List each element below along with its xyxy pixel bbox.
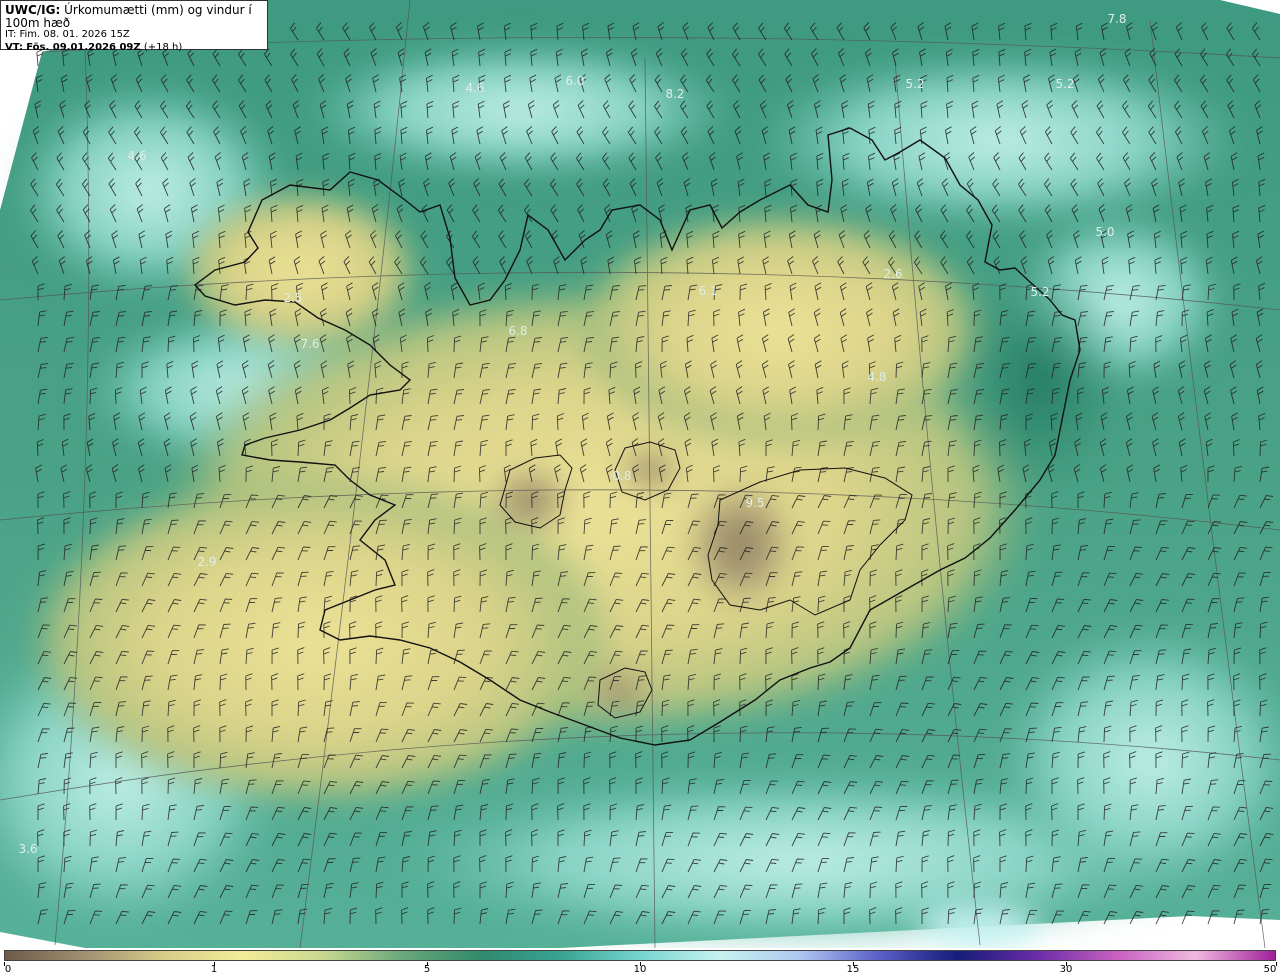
- map-value-label: 6.8: [508, 324, 527, 338]
- colorbar-label: 30: [1059, 964, 1073, 975]
- map-value-label: 5.0: [1095, 225, 1114, 239]
- map-value-label: 4.6: [465, 81, 484, 95]
- valid-time: Fös. 09.01.2026 09Z: [26, 41, 141, 53]
- lead-time: (+18 h): [143, 41, 183, 53]
- colorbar-label: 15: [846, 964, 860, 975]
- colorbar-label: 5: [423, 964, 431, 975]
- map-value-label: 2.6: [883, 267, 902, 281]
- valid-prefix: VT:: [5, 41, 24, 53]
- map-value-label: 4.8: [867, 370, 886, 384]
- map-value-label: 0.8: [612, 469, 631, 483]
- map-value-label: 7.8: [1107, 12, 1126, 26]
- colorbar-label: 10: [633, 964, 647, 975]
- colorbar: 0 1 5 10 15 30 50: [0, 948, 1280, 978]
- colorbar-label: 50: [1263, 964, 1277, 975]
- colorbar-label: 0: [4, 964, 12, 975]
- forecast-map[interactable]: 4.6 4.6 6.0 8.2 5.2 5.2 7.8 5.0 2.6 6.1 5.2 4.8 2.5 7…: [0, 0, 1280, 948]
- map-value-label: 8.2: [665, 87, 684, 101]
- map-value-label: 2.5: [283, 291, 302, 305]
- colorbar-strip: [4, 950, 1276, 961]
- map-value-label: 4.6: [127, 149, 146, 163]
- map-panel[interactable]: 4.6 4.6 6.0 8.2 5.2 5.2 7.8 5.0 2.6 6.1 5.2 4.8 2.5 7…: [0, 0, 1280, 948]
- map-value-label: 7.6: [300, 337, 319, 351]
- map-value-label: 5.2: [905, 77, 924, 91]
- forecast-info-box: UWC/IG: Úrkomumætti (mm) og vindur í 100…: [0, 0, 268, 53]
- map-value-label: 3.6: [18, 842, 37, 856]
- map-value-label: 2.9: [197, 555, 216, 569]
- map-value-label: 6.1: [698, 284, 717, 298]
- map-value-label: 6.0: [565, 74, 584, 88]
- map-value-label: 9.5: [745, 496, 764, 510]
- map-value-label: 5.2: [1055, 77, 1074, 91]
- map-value-label: 5.2: [1030, 285, 1049, 299]
- colorbar-label: 1: [210, 964, 218, 975]
- init-time: IT: Fim. 08. 01. 2026 15Z: [5, 29, 130, 40]
